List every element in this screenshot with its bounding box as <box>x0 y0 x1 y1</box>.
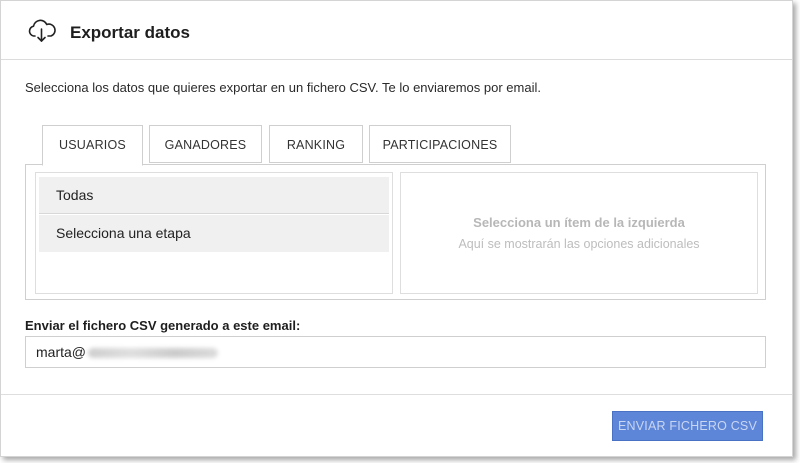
options-list: Todas Selecciona una etapa <box>35 172 393 294</box>
details-hint-subtitle: Aquí se mostrarán las opciones adicional… <box>458 237 700 251</box>
email-input[interactable]: marta@ <box>25 336 766 368</box>
export-dialog: Exportar datos Selecciona los datos que … <box>0 0 793 457</box>
list-item-todas[interactable]: Todas <box>39 177 389 214</box>
email-value: marta@ <box>36 344 86 360</box>
dialog-title: Exportar datos <box>70 23 190 42</box>
redacted-email-domain <box>88 348 218 359</box>
intro-text: Selecciona los datos que quieres exporta… <box>25 80 541 95</box>
tab-participaciones[interactable]: PARTICIPACIONES <box>369 125 511 163</box>
email-label: Enviar el fichero CSV generado a este em… <box>25 318 301 333</box>
tab-panel: Todas Selecciona una etapa Selecciona un… <box>25 164 766 300</box>
details-hint-title: Selecciona un ítem de la izquierda <box>473 215 685 230</box>
footer-divider <box>1 394 792 395</box>
send-csv-button[interactable]: ENVIAR FICHERO CSV <box>612 411 763 441</box>
tab-ganadores[interactable]: GANADORES <box>149 125 262 163</box>
tab-ranking[interactable]: RANKING <box>269 125 363 163</box>
details-panel: Selecciona un ítem de la izquierda Aquí … <box>400 172 758 294</box>
list-item-etapa[interactable]: Selecciona una etapa <box>39 215 389 252</box>
cloud-download-icon <box>27 19 57 43</box>
dialog-header: Exportar datos <box>1 1 792 60</box>
tab-usuarios[interactable]: USUARIOS <box>42 125 143 166</box>
